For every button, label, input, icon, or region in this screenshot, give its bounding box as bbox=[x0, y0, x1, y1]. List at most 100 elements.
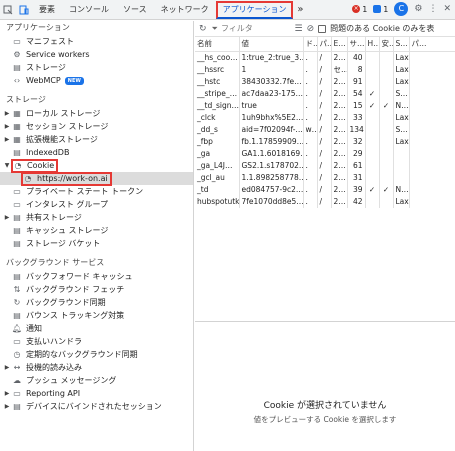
table-row[interactable]: __stripe_… ac7daa23-175…./2… 54 ✓ S… bbox=[195, 87, 455, 100]
sidebar-item-cookie-origin[interactable]: ◔ https://work-on.ai bbox=[0, 171, 193, 186]
refresh-icon[interactable]: ↻ bbox=[199, 24, 207, 34]
table-row[interactable]: _fbp fb.1.17859909…./2… 32 Lax bbox=[195, 135, 455, 148]
sidebar-item-indexeddb[interactable]: ▤ IndexedDB bbox=[0, 146, 193, 159]
table-row[interactable]: hubspotutk 7fe1070dd8e5…./2… 42 Lax bbox=[195, 195, 455, 208]
sidebar-item-service-workers[interactable]: ⚙ Service workers bbox=[0, 48, 193, 61]
sidebar-item-shared-storage[interactable]: ▶ ▤ 共有ストレージ bbox=[0, 211, 193, 224]
table-row[interactable]: _gcl_au 1.1.898258778…./2… 31 bbox=[195, 171, 455, 184]
column-header[interactable]: パ… bbox=[317, 37, 332, 52]
table-cell: GA1.1.6018169… bbox=[239, 147, 304, 160]
column-header[interactable]: H… bbox=[365, 37, 380, 52]
table-row[interactable]: _td ed084757-9c2…./2… 39 ✓ ✓ N… bbox=[195, 183, 455, 196]
sidebar-item-device-bound-sessions[interactable]: ▶ ▤ デバイスにバインドされたセッション bbox=[0, 400, 193, 413]
kebab-menu-icon[interactable]: ⋮ bbox=[428, 4, 437, 14]
table-cell: _gcl_au bbox=[195, 171, 240, 184]
sidebar-item-background-fetch[interactable]: ⇅ バックグラウンド フェッチ bbox=[0, 283, 193, 296]
table-row[interactable]: __hssrc 1. / セ… 8 Lax bbox=[195, 63, 455, 76]
sidebar-item-local-storage[interactable]: ▶ ▦ ローカル ストレージ bbox=[0, 107, 193, 120]
sidebar-item-webmcp[interactable]: ‹› WebMCP NEW bbox=[0, 74, 193, 87]
sidebar-item-label: WebMCP bbox=[26, 76, 61, 85]
sidebar-item-notifications[interactable]: 🔔︎ 通知 bbox=[0, 322, 193, 335]
chevron-right-icon[interactable]: ▶ bbox=[2, 110, 12, 117]
sidebar-item-bounce-tracking[interactable]: ▤ バウンス トラッキング対策 bbox=[0, 309, 193, 322]
chevron-down-icon[interactable]: ▼ bbox=[2, 162, 12, 169]
message-counter[interactable]: 1 bbox=[373, 5, 388, 14]
inspect-element-icon[interactable] bbox=[0, 2, 16, 18]
filter-input[interactable]: ⏷ フィルタ bbox=[211, 23, 291, 35]
sidebar-item-private-state-tokens[interactable]: ▭ プライベート ステート トークン bbox=[0, 185, 193, 198]
issues-only-checkbox[interactable] bbox=[318, 24, 327, 33]
sidebar-item-label: バックフォワード キャッシュ bbox=[26, 272, 133, 281]
column-header[interactable]: パ… bbox=[409, 37, 455, 52]
sidebar-item-payment-handler[interactable]: ▭ 支払いハンドラ bbox=[0, 335, 193, 348]
sidebar-item-label: セッション ストレージ bbox=[26, 122, 109, 131]
more-tabs-icon[interactable]: » bbox=[293, 4, 307, 15]
device-toolbar-icon[interactable] bbox=[16, 2, 32, 18]
close-icon[interactable]: ✕ bbox=[443, 4, 451, 14]
chevron-right-icon[interactable]: ▶ bbox=[2, 403, 12, 410]
chevron-right-icon[interactable]: ▶ bbox=[2, 364, 12, 371]
sidebar-item-push-messaging[interactable]: ☁ プッシュ メッセージング bbox=[0, 374, 193, 387]
column-header[interactable]: ド… bbox=[303, 37, 318, 52]
cloud-icon: ☁ bbox=[13, 376, 21, 385]
sidebar-item-periodic-sync[interactable]: ◷ 定期的なバックグラウンド同期 bbox=[0, 348, 193, 361]
preview-title: Cookie が選択されていません bbox=[263, 401, 387, 411]
sidebar-item-background-sync[interactable]: ↻ バックグラウンド同期 bbox=[0, 296, 193, 309]
table-cell: ✓ bbox=[379, 99, 394, 112]
table-row[interactable]: _ga_L4J… GS2.1.s178702…./2… 61 bbox=[195, 159, 455, 172]
column-header[interactable]: サ… bbox=[347, 37, 366, 52]
table-cell: 38430332.7fe… bbox=[239, 75, 304, 88]
table-row[interactable]: _ga GA1.1.6018169…./2… 29 bbox=[195, 147, 455, 160]
column-header[interactable]: 名前 bbox=[195, 37, 240, 52]
tab-sources[interactable]: ソース bbox=[116, 0, 154, 20]
sidebar-item-manifest[interactable]: ▭ マニフェスト bbox=[0, 35, 193, 48]
table-cell bbox=[365, 75, 380, 88]
column-header[interactable]: 安… bbox=[379, 37, 394, 52]
cookie-toolbar: ↻ ⏷ フィルタ ☰ ⊘ 問題のある Cookie のみを表 bbox=[195, 21, 455, 37]
table-body: __hs_coo… 1:true_2:true_3…./2… 40 Lax __hssr… bbox=[195, 51, 455, 208]
sidebar-item-cache-storage[interactable]: ▤ キャッシュ ストレージ bbox=[0, 224, 193, 237]
table-row[interactable]: __td_sign… true./2… 15 ✓ ✓ N… bbox=[195, 99, 455, 112]
tab-network[interactable]: ネットワーク bbox=[154, 0, 216, 20]
sidebar-item-cookie[interactable]: ▼ ◔ Cookie bbox=[0, 158, 193, 173]
column-header[interactable]: E… bbox=[331, 37, 348, 52]
tab-application[interactable]: アプリケーション bbox=[215, 1, 294, 19]
chevron-right-icon[interactable]: ▶ bbox=[2, 390, 12, 397]
sidebar-item-extension-storage[interactable]: ▶ ▦ 拡張機能ストレージ bbox=[0, 133, 193, 146]
clear-icon[interactable]: ⊘ bbox=[307, 24, 315, 34]
table-cell: / bbox=[317, 87, 332, 100]
chevron-right-icon[interactable]: ▶ bbox=[2, 123, 12, 130]
error-counter[interactable]: × 1 bbox=[352, 5, 367, 14]
table-cell: ✓ bbox=[379, 183, 394, 196]
table-cell: Lax bbox=[393, 63, 410, 76]
table-cell: 42 bbox=[347, 195, 366, 208]
sidebar-item-bfcache[interactable]: ▤ バックフォワード キャッシュ bbox=[0, 270, 193, 283]
table-cell bbox=[379, 63, 394, 76]
table-row[interactable]: __hstc 38430332.7fe…./2… 91 Lax bbox=[195, 75, 455, 88]
sidebar-item-reporting-api[interactable]: ▶ ▭ Reporting API bbox=[0, 387, 193, 400]
tab-console[interactable]: コンソール bbox=[62, 0, 116, 20]
table-row[interactable]: _clck 1uh9bhx%5E2…./2… 33 Lax bbox=[195, 111, 455, 124]
table-row[interactable]: _dd_said=7f02094f-…w…/2…134 S… bbox=[195, 123, 455, 136]
sidebar-item-storage[interactable]: ▤ ストレージ bbox=[0, 61, 193, 74]
sidebar-item-interest-groups[interactable]: ▭ インタレスト グループ bbox=[0, 198, 193, 211]
chevron-right-icon[interactable]: ▶ bbox=[2, 214, 12, 221]
sidebar-item-label: 通知 bbox=[26, 324, 42, 333]
chevron-right-icon[interactable]: ▶ bbox=[2, 136, 12, 143]
sidebar-item-session-storage[interactable]: ▶ ▦ セッション ストレージ bbox=[0, 120, 193, 133]
tab-elements[interactable]: 要素 bbox=[32, 0, 62, 20]
column-header[interactable]: 値 bbox=[239, 37, 304, 52]
table-row[interactable]: __hs_coo… 1:true_2:true_3…./2… 40 Lax bbox=[195, 51, 455, 64]
gear-icon[interactable]: ⚙ bbox=[414, 4, 422, 14]
table-cell bbox=[365, 159, 380, 172]
table-cell: / bbox=[317, 75, 332, 88]
table-cell: ✓ bbox=[365, 87, 380, 100]
sync-icon: ⇅ bbox=[13, 285, 21, 294]
table-cell: aid=7f02094f-… bbox=[239, 123, 304, 136]
column-header[interactable]: S… bbox=[393, 37, 410, 52]
sidebar-item-speculative-loads[interactable]: ▶ ↔ 投機的読み込み bbox=[0, 361, 193, 374]
table-cell: __stripe_… bbox=[195, 87, 240, 100]
clear-filtered-icon[interactable]: ☰ bbox=[295, 24, 303, 34]
profile-avatar[interactable]: C bbox=[394, 2, 409, 16]
sidebar-item-storage-buckets[interactable]: ▤ ストレージ バケット bbox=[0, 237, 193, 250]
